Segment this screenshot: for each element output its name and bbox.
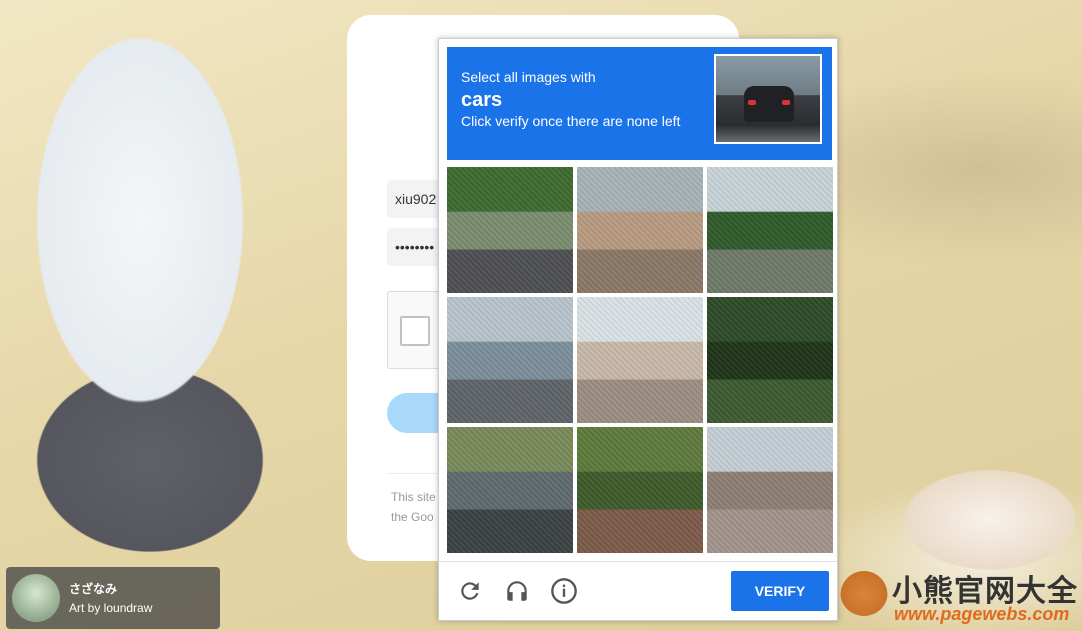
car-icon (744, 86, 794, 122)
tile-town-street[interactable] (447, 297, 573, 423)
watermark-url: www.pagewebs.com (894, 604, 1070, 624)
target-keyword: cars (461, 89, 503, 111)
tile-noise-overlay (447, 167, 573, 293)
tile-bridge-road[interactable] (577, 167, 703, 293)
headphones-icon[interactable] (502, 576, 532, 606)
recaptcha-challenge: Select all images with cars Click verify… (438, 38, 838, 621)
verify-button[interactable]: VERIFY (731, 571, 829, 611)
tile-bushes[interactable] (577, 427, 703, 553)
tile-noise-overlay (707, 167, 833, 293)
tile-noise-overlay (577, 427, 703, 553)
recaptcha-checkbox[interactable] (400, 316, 430, 346)
tile-noise-overlay (707, 427, 833, 553)
tile-noise-overlay (447, 297, 573, 423)
tile-palm-tree[interactable] (707, 297, 833, 423)
tile-noise-overlay (707, 297, 833, 423)
recaptcha-notice: This site the Goo (391, 487, 436, 527)
instruction-text: Select all images with (461, 69, 596, 85)
tile-street-trees[interactable] (447, 167, 573, 293)
info-icon[interactable] (549, 576, 579, 606)
tile-parked-cars-street[interactable] (447, 427, 573, 553)
reload-icon[interactable] (455, 576, 485, 606)
notice-line-1: This site (391, 490, 436, 504)
challenge-footer: VERIFY (439, 561, 837, 621)
tile-noise-overlay (577, 167, 703, 293)
art-credit: さざなみ Art by loundraw (6, 567, 220, 629)
bear-logo-icon (840, 568, 888, 616)
artwork-title: さざなみ (69, 582, 118, 596)
sample-car-image (714, 54, 822, 144)
tail-light-right (782, 100, 790, 105)
image-grid (447, 167, 833, 553)
tail-light-left (748, 100, 756, 105)
challenge-header: Select all images with cars Click verify… (447, 47, 832, 160)
artist-credit: Art by loundraw (69, 601, 153, 615)
tile-noise-overlay (447, 427, 573, 553)
instruction-subtext: Click verify once there are none left (461, 113, 681, 129)
artist-avatar (12, 574, 60, 622)
anime-character-artwork (0, 0, 360, 631)
tile-roof[interactable] (707, 427, 833, 553)
watermark: 小熊官网大全 www.pagewebs.com (840, 566, 1080, 628)
tile-sidewalk-pole[interactable] (577, 297, 703, 423)
notice-line-2: the Goo (391, 510, 434, 524)
tile-tall-trees[interactable] (707, 167, 833, 293)
tile-noise-overlay (577, 297, 703, 423)
